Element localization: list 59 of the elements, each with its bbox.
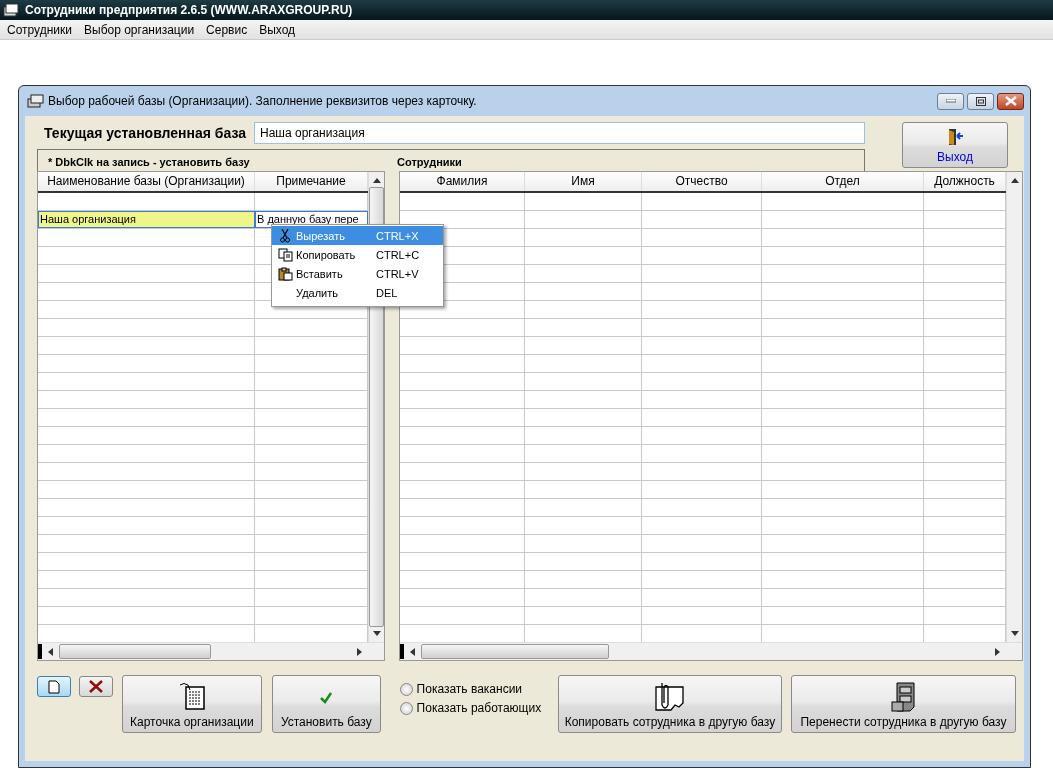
column-header[interactable]: Наименование базы (Организации) xyxy=(38,172,255,191)
scroll-thumb[interactable] xyxy=(421,644,609,659)
table-cell: Наша организация xyxy=(38,211,255,228)
menu-item[interactable]: Сотрудники xyxy=(1,22,78,37)
copy-icon xyxy=(277,247,293,262)
scroll-up-icon[interactable] xyxy=(1010,178,1019,183)
clipboard-icon xyxy=(277,266,293,281)
set-base-button[interactable]: Установить базу xyxy=(272,675,381,733)
cabinet-icon xyxy=(3,3,19,17)
file-cabinet-icon xyxy=(890,681,917,713)
door-arrow-icon xyxy=(946,128,964,146)
column-header[interactable]: Отдел xyxy=(762,172,924,191)
current-base-label: Текущая установленная база xyxy=(44,125,246,141)
new-record-button[interactable] xyxy=(37,676,71,697)
scroll-right-icon[interactable] xyxy=(995,647,1000,656)
exit-button[interactable]: Выход xyxy=(902,122,1008,168)
bases-caption: * DbkClk на запись - установить базу xyxy=(47,155,251,168)
radio-option[interactable]: Показать работающих xyxy=(399,701,558,715)
blank-page-icon xyxy=(48,679,60,694)
maximize-button[interactable] xyxy=(967,92,994,110)
delete-button[interactable] xyxy=(79,676,113,697)
menu-item[interactable]: Выбор организации xyxy=(78,22,201,37)
scroll-down-icon[interactable] xyxy=(1010,631,1019,636)
close-icon xyxy=(1004,96,1017,106)
minimize-button[interactable] xyxy=(937,92,964,110)
employees-caption: Сотрудники xyxy=(397,155,462,168)
context-menu-item[interactable]: Копировать CTRL+C xyxy=(272,245,443,264)
restore-icon xyxy=(975,96,986,106)
minimize-icon xyxy=(945,99,956,103)
scroll-up-icon[interactable] xyxy=(372,178,381,183)
scroll-thumb[interactable] xyxy=(59,644,211,659)
context-menu-item[interactable]: Вставить CTRL+V xyxy=(272,264,443,283)
move-employee-button[interactable]: Перенести сотрудника в другую базу xyxy=(790,675,1016,733)
close-button[interactable] xyxy=(997,92,1024,110)
checkmark-icon xyxy=(319,692,334,704)
scroll-right-icon[interactable] xyxy=(357,647,362,656)
cross-icon xyxy=(89,680,103,693)
scroll-down-icon[interactable] xyxy=(372,631,381,636)
column-header[interactable]: Имя xyxy=(525,172,642,191)
document-hand-icon xyxy=(177,681,206,711)
window-title: Выбор рабочей базы (Организации). Заполнение реквизитов через карточку. xyxy=(48,94,477,108)
menu-item[interactable]: Выход xyxy=(253,22,302,37)
scissors-icon xyxy=(280,228,290,243)
app-title: Сотрудники предприятия 2.6.5 (WWW.ARAXGROUP.RU) xyxy=(25,3,353,17)
radio-option[interactable]: Показать вакансии xyxy=(399,682,558,696)
copy-employee-button[interactable]: Копировать сотрудника в другую базу xyxy=(557,675,782,733)
vertical-scrollbar[interactable] xyxy=(1006,172,1022,642)
current-base-field[interactable]: Наша организация xyxy=(254,122,865,144)
horizontal-scrollbar[interactable] xyxy=(400,642,1022,660)
scroll-left-icon[interactable] xyxy=(48,647,53,656)
menu-item[interactable]: Сервис xyxy=(200,22,254,37)
context-menu-item[interactable]: Удалить DEL xyxy=(272,283,443,302)
cabinet-icon xyxy=(27,94,44,108)
organization-card-button[interactable]: Карточка организации xyxy=(121,675,263,733)
paperclip-page-icon xyxy=(652,681,687,713)
scroll-left-icon[interactable] xyxy=(410,647,415,656)
horizontal-scrollbar[interactable] xyxy=(38,642,384,660)
column-header[interactable]: Отчество xyxy=(642,172,762,191)
column-header[interactable]: Фамилия xyxy=(400,172,525,191)
